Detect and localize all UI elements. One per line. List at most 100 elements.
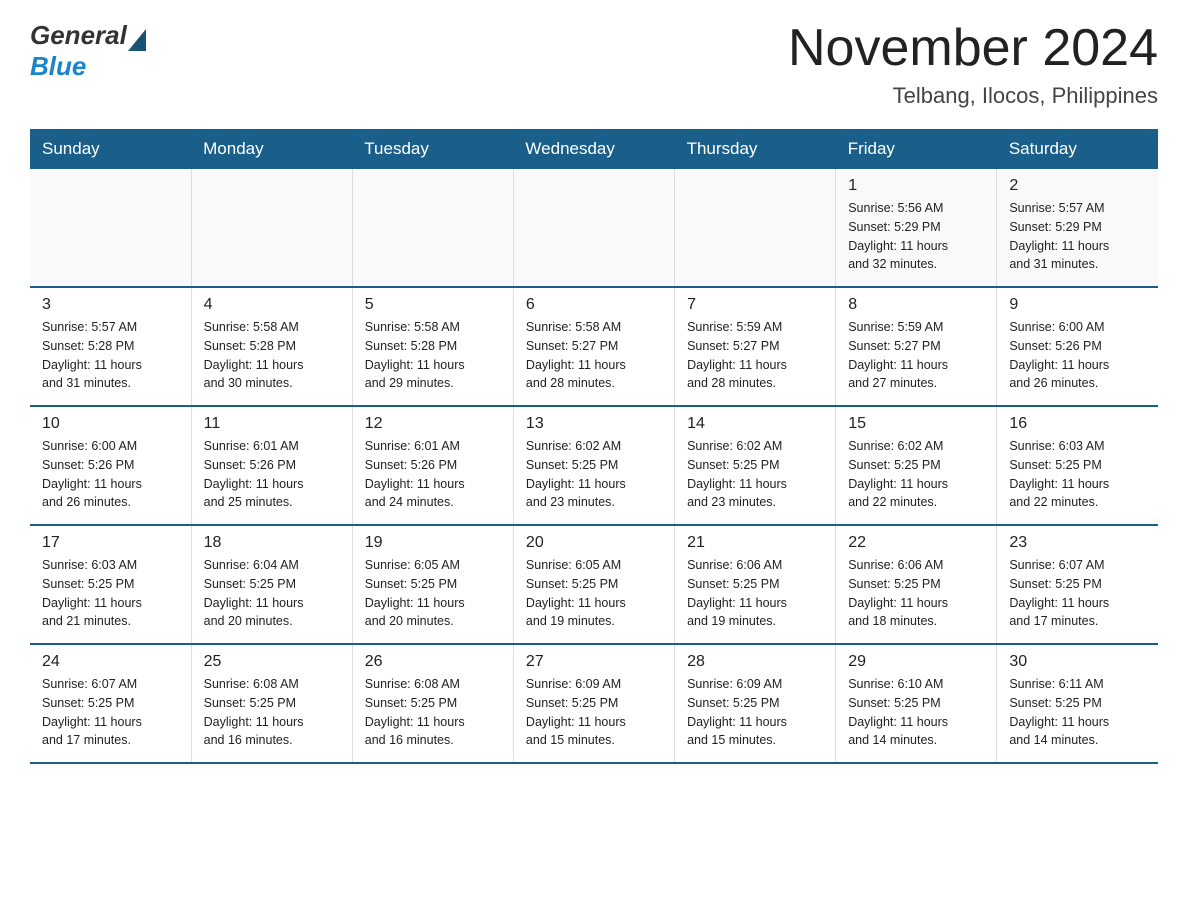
day-info: Sunrise: 5:59 AM Sunset: 5:27 PM Dayligh… [848, 318, 984, 393]
day-info: Sunrise: 6:11 AM Sunset: 5:25 PM Dayligh… [1009, 675, 1146, 750]
calendar-day [513, 169, 674, 287]
day-info: Sunrise: 5:59 AM Sunset: 5:27 PM Dayligh… [687, 318, 823, 393]
calendar-week-3: 10 Sunrise: 6:00 AM Sunset: 5:26 PM Dayli… [30, 406, 1158, 525]
calendar-day: 9 Sunrise: 6:00 AM Sunset: 5:26 PM Daylig… [997, 287, 1158, 406]
day-info: Sunrise: 5:56 AM Sunset: 5:29 PM Dayligh… [848, 199, 984, 274]
day-number: 11 [204, 415, 340, 433]
day-number: 30 [1009, 653, 1146, 671]
calendar-week-2: 3 Sunrise: 5:57 AM Sunset: 5:28 PM Daylig… [30, 287, 1158, 406]
calendar-day: 6 Sunrise: 5:58 AM Sunset: 5:27 PM Daylig… [513, 287, 674, 406]
day-info: Sunrise: 6:03 AM Sunset: 5:25 PM Dayligh… [1009, 437, 1146, 512]
day-number: 1 [848, 177, 984, 195]
calendar-header-row: SundayMondayTuesdayWednesdayThursdayFrid… [30, 129, 1158, 169]
day-info: Sunrise: 6:05 AM Sunset: 5:25 PM Dayligh… [365, 556, 501, 631]
calendar-header-friday: Friday [836, 129, 997, 169]
day-number: 22 [848, 534, 984, 552]
logo-triangle-icon [128, 25, 146, 51]
day-info: Sunrise: 6:06 AM Sunset: 5:25 PM Dayligh… [848, 556, 984, 631]
day-number: 4 [204, 296, 340, 314]
calendar-table: SundayMondayTuesdayWednesdayThursdayFrid… [30, 129, 1158, 764]
calendar-day [675, 169, 836, 287]
day-number: 9 [1009, 296, 1146, 314]
day-info: Sunrise: 6:08 AM Sunset: 5:25 PM Dayligh… [365, 675, 501, 750]
day-info: Sunrise: 6:04 AM Sunset: 5:25 PM Dayligh… [204, 556, 340, 631]
calendar-day: 14 Sunrise: 6:02 AM Sunset: 5:25 PM Dayli… [675, 406, 836, 525]
calendar-day: 18 Sunrise: 6:04 AM Sunset: 5:25 PM Dayli… [191, 525, 352, 644]
day-number: 20 [526, 534, 662, 552]
calendar-day: 7 Sunrise: 5:59 AM Sunset: 5:27 PM Daylig… [675, 287, 836, 406]
calendar-day: 1 Sunrise: 5:56 AM Sunset: 5:29 PM Daylig… [836, 169, 997, 287]
title-section: November 2024 Telbang, Ilocos, Philippin… [788, 20, 1158, 109]
calendar-day: 29 Sunrise: 6:10 AM Sunset: 5:25 PM Dayli… [836, 644, 997, 763]
calendar-day: 11Sunrise: 6:01 AM Sunset: 5:26 PM Dayli… [191, 406, 352, 525]
calendar-day: 30 Sunrise: 6:11 AM Sunset: 5:25 PM Dayli… [997, 644, 1158, 763]
day-info: Sunrise: 6:10 AM Sunset: 5:25 PM Dayligh… [848, 675, 984, 750]
calendar-header-tuesday: Tuesday [352, 129, 513, 169]
day-number: 12 [365, 415, 501, 433]
day-info: Sunrise: 5:58 AM Sunset: 5:28 PM Dayligh… [365, 318, 501, 393]
day-number: 19 [365, 534, 501, 552]
day-number: 15 [848, 415, 984, 433]
day-info: Sunrise: 6:00 AM Sunset: 5:26 PM Dayligh… [1009, 318, 1146, 393]
day-info: Sunrise: 5:58 AM Sunset: 5:28 PM Dayligh… [204, 318, 340, 393]
calendar-header-sunday: Sunday [30, 129, 191, 169]
calendar-day: 27 Sunrise: 6:09 AM Sunset: 5:25 PM Dayli… [513, 644, 674, 763]
day-info: Sunrise: 6:08 AM Sunset: 5:25 PM Dayligh… [204, 675, 340, 750]
calendar-day: 15Sunrise: 6:02 AM Sunset: 5:25 PM Dayli… [836, 406, 997, 525]
day-info: Sunrise: 5:57 AM Sunset: 5:29 PM Dayligh… [1009, 199, 1146, 274]
calendar-day: 10 Sunrise: 6:00 AM Sunset: 5:26 PM Dayli… [30, 406, 191, 525]
day-number: 7 [687, 296, 823, 314]
day-number: 14 [687, 415, 823, 433]
day-info: Sunrise: 6:02 AM Sunset: 5:25 PM Dayligh… [687, 437, 823, 512]
day-number: 21 [687, 534, 823, 552]
calendar-day: 8 Sunrise: 5:59 AM Sunset: 5:27 PM Daylig… [836, 287, 997, 406]
day-info: Sunrise: 6:00 AM Sunset: 5:26 PM Dayligh… [42, 437, 179, 512]
calendar-week-5: 24Sunrise: 6:07 AM Sunset: 5:25 PM Dayli… [30, 644, 1158, 763]
day-info: Sunrise: 6:01 AM Sunset: 5:26 PM Dayligh… [365, 437, 501, 512]
day-number: 18 [204, 534, 340, 552]
day-info: Sunrise: 6:07 AM Sunset: 5:25 PM Dayligh… [1009, 556, 1146, 631]
day-number: 16 [1009, 415, 1146, 433]
location-title: Telbang, Ilocos, Philippines [788, 83, 1158, 109]
day-number: 8 [848, 296, 984, 314]
calendar-day [30, 169, 191, 287]
day-info: Sunrise: 6:09 AM Sunset: 5:25 PM Dayligh… [526, 675, 662, 750]
logo: General Blue [30, 20, 147, 82]
calendar-day: 26 Sunrise: 6:08 AM Sunset: 5:25 PM Dayli… [352, 644, 513, 763]
day-number: 28 [687, 653, 823, 671]
month-title: November 2024 [788, 20, 1158, 77]
day-number: 23 [1009, 534, 1146, 552]
calendar-day: 3 Sunrise: 5:57 AM Sunset: 5:28 PM Daylig… [30, 287, 191, 406]
calendar-day: 28 Sunrise: 6:09 AM Sunset: 5:25 PM Dayli… [675, 644, 836, 763]
day-number: 27 [526, 653, 662, 671]
calendar-week-1: 1 Sunrise: 5:56 AM Sunset: 5:29 PM Daylig… [30, 169, 1158, 287]
day-number: 26 [365, 653, 501, 671]
logo-blue-text: Blue [30, 51, 86, 81]
calendar-day: 4 Sunrise: 5:58 AM Sunset: 5:28 PM Daylig… [191, 287, 352, 406]
day-number: 29 [848, 653, 984, 671]
day-number: 25 [204, 653, 340, 671]
day-number: 6 [526, 296, 662, 314]
calendar-day: 12 Sunrise: 6:01 AM Sunset: 5:26 PM Dayli… [352, 406, 513, 525]
calendar-day: 16 Sunrise: 6:03 AM Sunset: 5:25 PM Dayli… [997, 406, 1158, 525]
calendar-day: 25 Sunrise: 6:08 AM Sunset: 5:25 PM Dayli… [191, 644, 352, 763]
day-number: 3 [42, 296, 179, 314]
logo-general-text: General [30, 20, 127, 51]
calendar-day: 13Sunrise: 6:02 AM Sunset: 5:25 PM Dayli… [513, 406, 674, 525]
calendar-week-4: 17 Sunrise: 6:03 AM Sunset: 5:25 PM Dayli… [30, 525, 1158, 644]
day-info: Sunrise: 5:57 AM Sunset: 5:28 PM Dayligh… [42, 318, 179, 393]
calendar-day: 23 Sunrise: 6:07 AM Sunset: 5:25 PM Dayli… [997, 525, 1158, 644]
day-number: 2 [1009, 177, 1146, 195]
calendar-day: 17 Sunrise: 6:03 AM Sunset: 5:25 PM Dayli… [30, 525, 191, 644]
calendar-day: 24Sunrise: 6:07 AM Sunset: 5:25 PM Dayli… [30, 644, 191, 763]
calendar-day: 20Sunrise: 6:05 AM Sunset: 5:25 PM Dayli… [513, 525, 674, 644]
day-number: 10 [42, 415, 179, 433]
day-number: 17 [42, 534, 179, 552]
day-number: 13 [526, 415, 662, 433]
day-number: 5 [365, 296, 501, 314]
day-info: Sunrise: 5:58 AM Sunset: 5:27 PM Dayligh… [526, 318, 662, 393]
day-info: Sunrise: 6:03 AM Sunset: 5:25 PM Dayligh… [42, 556, 179, 631]
calendar-day: 19 Sunrise: 6:05 AM Sunset: 5:25 PM Dayli… [352, 525, 513, 644]
calendar-day: 21Sunrise: 6:06 AM Sunset: 5:25 PM Dayli… [675, 525, 836, 644]
day-info: Sunrise: 6:09 AM Sunset: 5:25 PM Dayligh… [687, 675, 823, 750]
